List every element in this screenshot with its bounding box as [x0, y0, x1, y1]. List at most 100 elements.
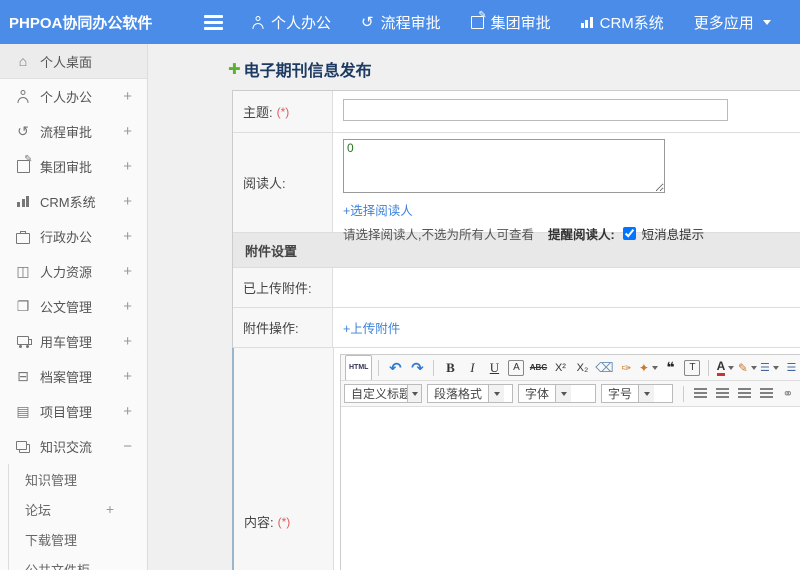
remove-format-button[interactable]: ⌫	[594, 358, 614, 378]
nav-more-apps[interactable]: 更多应用	[694, 12, 771, 33]
blockquote-button[interactable]: ❝	[660, 358, 680, 378]
expand-plus-icon[interactable]: +	[123, 263, 132, 280]
required-mark: (*)	[277, 514, 291, 529]
sidebar-item-admin-office[interactable]: 行政办公 +	[0, 219, 147, 254]
book-icon: ◫	[16, 263, 30, 279]
superscript-button[interactable]: X²	[550, 358, 570, 378]
sidebar-item-hr[interactable]: ◫ 人力资源 +	[0, 254, 147, 289]
paste-plain-button[interactable]: T	[684, 359, 701, 376]
underline-button[interactable]: U	[484, 358, 504, 378]
sidebar-item-document-mgmt[interactable]: ❐ 公文管理 +	[0, 289, 147, 324]
font-box-button[interactable]: A	[508, 359, 525, 376]
ordered-list-button[interactable]: ☰	[759, 358, 779, 378]
expand-plus-icon[interactable]: +	[123, 228, 132, 245]
nav-label: CRM系统	[599, 14, 664, 32]
sidebar-item-group-approval[interactable]: 集团审批 +	[0, 149, 147, 184]
person-icon	[251, 16, 264, 29]
upload-attachment-link[interactable]: +上传附件	[343, 318, 400, 337]
caret-down-icon	[407, 385, 421, 402]
subject-input[interactable]	[343, 99, 728, 121]
sidebar-item-crm[interactable]: CRM系统 +	[0, 184, 147, 219]
sidebar-item-archive-mgmt[interactable]: ⊟ 档案管理 +	[0, 359, 147, 394]
editor-content-area[interactable]	[341, 407, 800, 570]
caret-down-icon	[651, 365, 658, 370]
editor-toolbar-row2: 自定义标题 段落格式 字体 字号 ⚭	[341, 381, 800, 407]
attachment-op-row: 附件操作: +上传附件	[233, 308, 800, 348]
uploaded-attachments-row: 已上传附件:	[233, 268, 800, 308]
nav-group-approval[interactable]: 集团审批	[470, 11, 551, 33]
sidebar-item-workflow-approval[interactable]: ↺ 流程审批 +	[0, 114, 147, 149]
chat-windows-icon	[14, 440, 32, 453]
expand-plus-icon[interactable]: +	[123, 403, 132, 420]
sidebar-item-project-mgmt[interactable]: ▤ 项目管理 +	[0, 394, 147, 429]
font-family-dropdown[interactable]: 字体	[518, 384, 596, 403]
readers-textarea[interactable]: 0	[343, 139, 665, 193]
uploaded-attachments-value	[333, 268, 800, 307]
main-content: ✚ 电子期刊信息发布 主题: (*) 阅读人: 0 +选择阅读人 请选择阅读人,…	[148, 44, 800, 570]
readers-hint: 请选择阅读人,不选为所有人可查看	[343, 228, 534, 242]
sms-checkbox[interactable]	[622, 227, 636, 240]
required-mark: (*)	[276, 104, 290, 119]
expand-plus-icon[interactable]: +	[123, 333, 132, 350]
bold-button[interactable]: B	[440, 358, 460, 378]
expand-plus-icon[interactable]: +	[123, 123, 132, 140]
readers-row: 阅读人: 0 +选择阅读人 请选择阅读人,不选为所有人可查看 提醒阅读人: 短消…	[233, 133, 800, 242]
expand-plus-icon[interactable]: +	[123, 193, 132, 210]
sidebar-item-vehicle-mgmt[interactable]: 用车管理 +	[0, 324, 147, 359]
heading-style-dropdown[interactable]: 自定义标题	[344, 384, 422, 403]
sidebar-item-desktop[interactable]: ⌂ 个人桌面	[0, 44, 147, 79]
sidebar-item-knowledge-exchange[interactable]: 知识交流 −	[0, 429, 147, 464]
content-label: 内容:	[244, 515, 274, 530]
remind-readers-label: 提醒阅读人:	[547, 228, 615, 242]
sidebar-item-personal-office[interactable]: 个人办公 +	[0, 79, 147, 114]
editor-toolbar-row1: HTML ↶ ↷ B I U A ABC X² X₂ ⌫ ✑ ✦ ❝ T A ✎…	[341, 355, 800, 381]
sidebar-subitem-forum[interactable]: 论坛 +	[9, 494, 147, 524]
align-center-button[interactable]	[712, 384, 732, 404]
expand-plus-icon[interactable]: +	[123, 298, 132, 315]
knowledge-submenu: 知识管理 论坛 + 下载管理 公共文件柜	[8, 464, 147, 570]
expand-plus-icon[interactable]: +	[106, 501, 114, 517]
quick-format-button[interactable]: ✦	[638, 358, 658, 378]
caret-down-icon	[762, 19, 771, 25]
align-right-button[interactable]	[734, 384, 754, 404]
undo-button[interactable]: ↶	[385, 358, 405, 378]
expand-plus-icon[interactable]: +	[123, 368, 132, 385]
uploaded-label: 已上传附件:	[243, 281, 312, 296]
subject-label: 主题:	[243, 105, 273, 120]
hamburger-menu-icon[interactable]	[200, 8, 227, 37]
subject-row: 主题: (*)	[233, 91, 800, 133]
italic-button[interactable]: I	[462, 358, 482, 378]
highlight-color-button[interactable]: ✎	[737, 358, 757, 378]
attachment-op-label: 附件操作:	[243, 321, 299, 336]
document-icon: ❐	[16, 298, 30, 314]
insert-link-button[interactable]: ⚭	[778, 384, 798, 404]
paragraph-format-dropdown[interactable]: 段落格式	[427, 384, 513, 403]
align-left-button[interactable]	[690, 384, 710, 404]
html-source-button[interactable]: HTML	[345, 355, 373, 380]
select-readers-link[interactable]: +选择阅读人	[343, 200, 800, 219]
sidebar-subitem-download-mgmt[interactable]: 下载管理	[9, 524, 147, 554]
format-painter-button[interactable]: ✑	[616, 358, 636, 378]
strikethrough-button[interactable]: ABC	[528, 358, 548, 378]
subscript-button[interactable]: X₂	[572, 358, 592, 378]
publish-form: 主题: (*) 阅读人: 0 +选择阅读人 请选择阅读人,不选为所有人可查看 提…	[232, 90, 800, 570]
project-icon: ▤	[16, 403, 30, 419]
font-size-dropdown[interactable]: 字号	[601, 384, 673, 403]
workflow-icon: ↺	[361, 14, 374, 31]
font-color-button[interactable]: A	[715, 358, 735, 378]
unordered-list-button[interactable]: ☰	[781, 358, 800, 378]
nav-workflow-approval[interactable]: ↺ 流程审批	[361, 12, 441, 33]
nav-crm[interactable]: CRM系统	[580, 12, 664, 33]
justify-button[interactable]	[756, 384, 776, 404]
sidebar-subitem-knowledge-mgmt[interactable]: 知识管理	[9, 464, 147, 494]
archive-icon: ⊟	[17, 368, 29, 384]
nav-label: 更多应用	[693, 14, 754, 32]
collapse-minus-icon[interactable]: −	[123, 438, 132, 455]
expand-plus-icon[interactable]: +	[123, 88, 132, 105]
redo-button[interactable]: ↷	[407, 358, 427, 378]
nav-personal-office[interactable]: 个人办公	[251, 12, 331, 33]
caret-down-icon	[728, 365, 735, 370]
sidebar-subitem-public-cabinet[interactable]: 公共文件柜	[9, 554, 147, 570]
align-center-icon	[715, 388, 729, 399]
expand-plus-icon[interactable]: +	[123, 158, 132, 175]
